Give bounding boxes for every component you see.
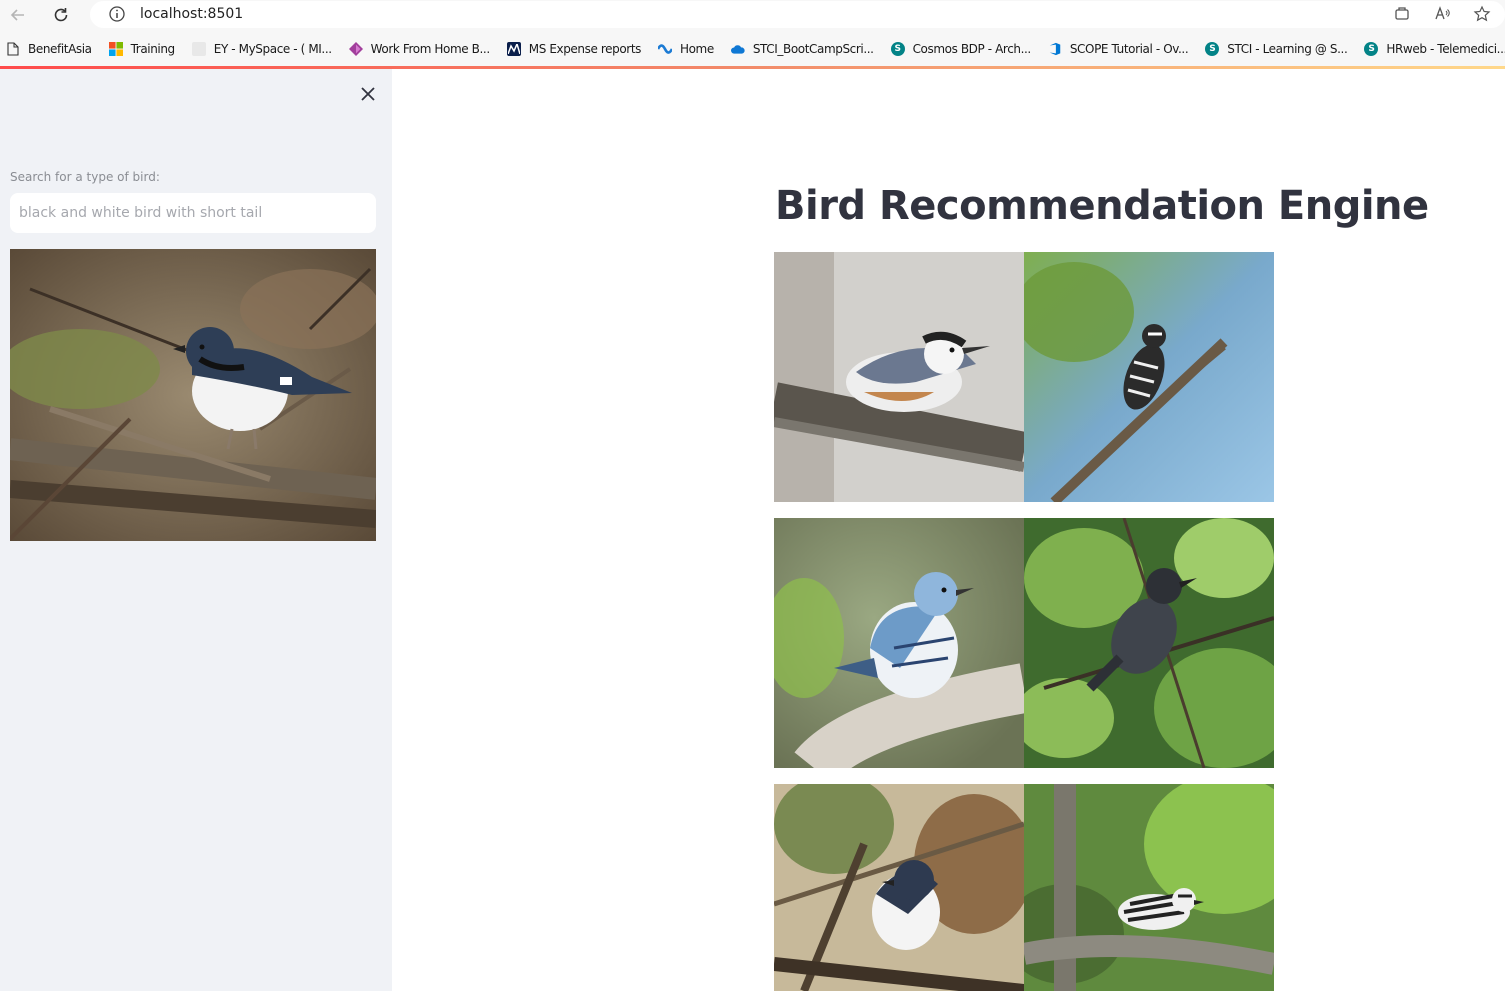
address-bar[interactable]: localhost:8501 [90,1,1505,28]
page-icon [6,42,20,56]
back-button[interactable] [5,3,31,27]
bird-search-input[interactable] [10,193,376,233]
bookmark-home[interactable]: Home [657,42,714,56]
onedrive-icon [730,42,745,56]
browser-toolbar: localhost:8501 [0,0,1505,32]
refresh-icon [54,8,68,22]
result-bird-image [774,252,1024,502]
bookmark-work-from-home[interactable]: Work From Home B... [348,42,490,56]
ey-icon [191,42,206,56]
bookmark-ey-myspace[interactable]: EY - MySpace - ( MI... [191,42,332,56]
query-bird-image [10,249,376,541]
sharepoint-icon: S [890,42,905,56]
result-bird-image [1024,784,1274,991]
devops-icon [1048,42,1062,56]
read-aloud-icon[interactable] [1433,5,1451,28]
back-arrow-icon [10,9,24,21]
bookmark-scope-tutorial[interactable]: SCOPE Tutorial - Ov... [1048,42,1189,56]
sidebar: Search for a type of bird: [0,69,392,991]
powerapps-icon [348,42,363,56]
result-bird-image [1024,252,1274,502]
result-bird-image [774,518,1024,768]
result-bird-image [1024,518,1274,768]
app-available-icon[interactable] [1393,5,1411,28]
sharepoint-icon: S [1205,42,1220,56]
url-text[interactable]: localhost:8501 [140,6,243,22]
close-icon [361,87,375,101]
close-sidebar-button[interactable] [356,82,380,106]
bookmark-ms-expense[interactable]: MS Expense reports [506,42,641,56]
viva-icon [657,42,672,56]
sharepoint-icon: S [1364,42,1379,56]
bookmark-training[interactable]: Training [108,42,175,56]
site-info-icon[interactable] [108,5,126,28]
microsoft-icon [108,42,123,56]
bookmark-benefitasia[interactable]: BenefitAsia [6,42,92,56]
page-title: Bird Recommendation Engine [775,183,1429,229]
search-label: Search for a type of bird: [10,170,160,184]
bookmark-stci-learning[interactable]: S STCI - Learning @ S... [1205,42,1348,56]
bookmark-stci-bootcamp[interactable]: STCI_BootCampScri... [730,42,874,56]
result-bird-image [774,784,1024,991]
favorite-star-icon[interactable] [1473,5,1491,28]
bookmark-hrweb[interactable]: S HRweb - Telemedici... [1364,42,1505,56]
address-bar-actions [1393,5,1491,28]
refresh-button[interactable] [48,3,74,27]
bookmark-cosmos-bdp[interactable]: S Cosmos BDP - Arch... [890,42,1031,56]
expense-icon [506,42,521,56]
bookmarks-bar: BenefitAsia Training EY - MySpace - ( MI… [0,32,1505,66]
